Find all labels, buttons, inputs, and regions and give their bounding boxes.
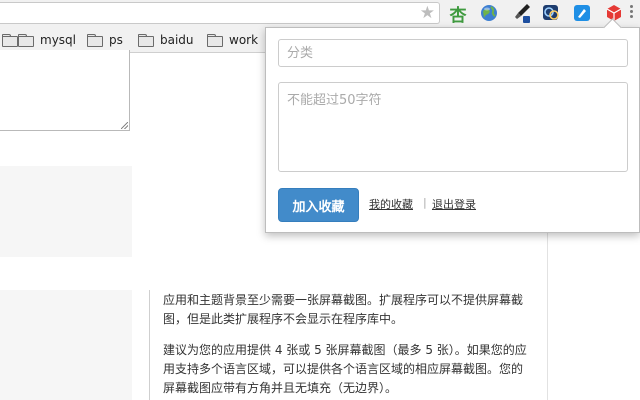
right-divider <box>547 233 548 400</box>
browser-toolbar: ★ 杏 <box>0 0 640 28</box>
my-favorites-link[interactable]: 我的收藏 <box>369 196 413 212</box>
screenshot-recommendation-text: 建议为您的应用提供 4 张或 5 张屏幕截图（最多 5 张）。如果您的应用支持多… <box>163 343 527 395</box>
blue-extension-icon[interactable] <box>572 3 592 23</box>
bookmark-folder-ps[interactable]: ps <box>87 32 123 48</box>
resize-grip-icon[interactable] <box>121 122 128 129</box>
logout-link[interactable]: 退出登录 <box>432 196 476 212</box>
favorites-popup: 加入收藏 我的收藏 | 退出登录 <box>265 27 640 233</box>
bookmark-label: baidu <box>160 33 194 47</box>
category-input[interactable] <box>278 39 628 67</box>
folder-icon <box>207 34 223 47</box>
folder-icon <box>2 34 18 47</box>
bookmark-folder-mysql[interactable]: mysql <box>18 32 76 48</box>
address-bar[interactable]: ★ <box>0 2 440 24</box>
xing-extension-icon[interactable]: 杏 <box>448 3 468 26</box>
color-picker-extension-icon[interactable] <box>512 3 532 23</box>
folder-icon <box>87 34 103 47</box>
screenshot-placeholder-panel <box>0 290 132 400</box>
link-separator: | <box>423 196 427 209</box>
chrome-menu-icon[interactable] <box>630 5 634 20</box>
screenshot-hint-text: 应用和主题背景至少需要一张屏幕截图。扩展程序可以不提供屏幕截图，但是此类扩展程序… <box>163 293 524 326</box>
globe-extension-icon[interactable] <box>479 3 499 23</box>
bookmark-folder-baidu[interactable]: baidu <box>138 32 194 48</box>
content-divider <box>149 290 150 400</box>
add-to-favorites-button[interactable]: 加入收藏 <box>278 188 359 222</box>
bookmark-label: work <box>229 33 259 47</box>
note-textarea[interactable] <box>278 82 628 172</box>
bookmark-label: mysql <box>40 33 76 47</box>
folder-icon <box>18 34 34 47</box>
bookmark-label: ps <box>109 33 123 47</box>
photoshop-extension-icon[interactable] <box>541 3 561 23</box>
page-textarea[interactable] <box>0 50 130 131</box>
folder-icon <box>138 34 154 47</box>
bookmark-star-icon[interactable]: ★ <box>420 3 435 23</box>
screenshot-placeholder-panel <box>0 166 132 257</box>
bookmark-folder-work[interactable]: work <box>207 32 258 48</box>
